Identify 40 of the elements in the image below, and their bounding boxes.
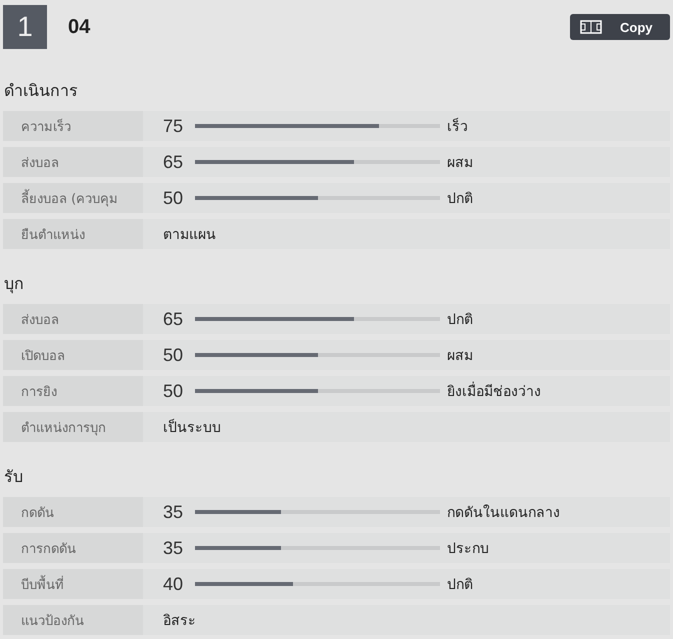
setting-value: 50 bbox=[163, 380, 184, 402]
setting-option: ประกบ bbox=[447, 533, 489, 563]
setting-option: ปกติ bbox=[447, 304, 473, 334]
setting-label: ส่งบอล bbox=[3, 147, 143, 177]
setting-value: 40 bbox=[163, 572, 184, 596]
pitch-icon bbox=[580, 20, 602, 34]
section-title: ดำเนินการ bbox=[3, 80, 79, 102]
setting-option: เป็นระบบ bbox=[163, 412, 221, 442]
setting-option: ปกติ bbox=[447, 183, 473, 213]
setting-label: ความเร็ว bbox=[3, 111, 143, 141]
setting-value: 50 bbox=[163, 344, 184, 366]
setting-option: ผสม bbox=[447, 340, 473, 370]
setting-value: 65 bbox=[163, 308, 184, 330]
section-title: บุก bbox=[3, 273, 25, 296]
setting-label: ส่งบอล bbox=[3, 304, 143, 334]
number-badge: 1 bbox=[3, 5, 47, 49]
setting-label: การยิง bbox=[3, 376, 143, 406]
setting-label: การกดดัน bbox=[3, 533, 143, 563]
setting-label: ยืนตำแหน่ง bbox=[3, 219, 143, 249]
setting-value: 35 bbox=[163, 536, 184, 560]
setting-label: ตำแหน่งการบุก bbox=[3, 412, 143, 442]
setting-option: ปกติ bbox=[447, 569, 473, 599]
setting-option: กดดันในแดนกลาง bbox=[447, 497, 560, 527]
setting-option: ตามแผน bbox=[163, 219, 216, 249]
copy-button[interactable]: Copy bbox=[570, 14, 670, 40]
title: 04 bbox=[68, 16, 92, 38]
setting-value: 65 bbox=[163, 150, 184, 174]
setting-value: 35 bbox=[163, 500, 184, 524]
setting-label: แนวป้องกัน bbox=[3, 605, 143, 635]
setting-label: กดดัน bbox=[3, 497, 143, 527]
setting-option: อิสระ bbox=[163, 605, 196, 635]
setting-option: ผสม bbox=[447, 147, 473, 177]
setting-label: ลี้ยงบอล (ควบคุม bbox=[3, 183, 143, 213]
setting-label: บีบพื้นที่ bbox=[3, 569, 143, 599]
setting-value: 75 bbox=[163, 114, 184, 138]
setting-option: ยิงเมื่อมีช่องว่าง bbox=[447, 376, 541, 406]
section-title: รับ bbox=[3, 466, 24, 488]
setting-value: 50 bbox=[163, 186, 184, 210]
setting-label: เปิดบอล bbox=[3, 340, 143, 370]
setting-option: เร็ว bbox=[447, 111, 468, 141]
